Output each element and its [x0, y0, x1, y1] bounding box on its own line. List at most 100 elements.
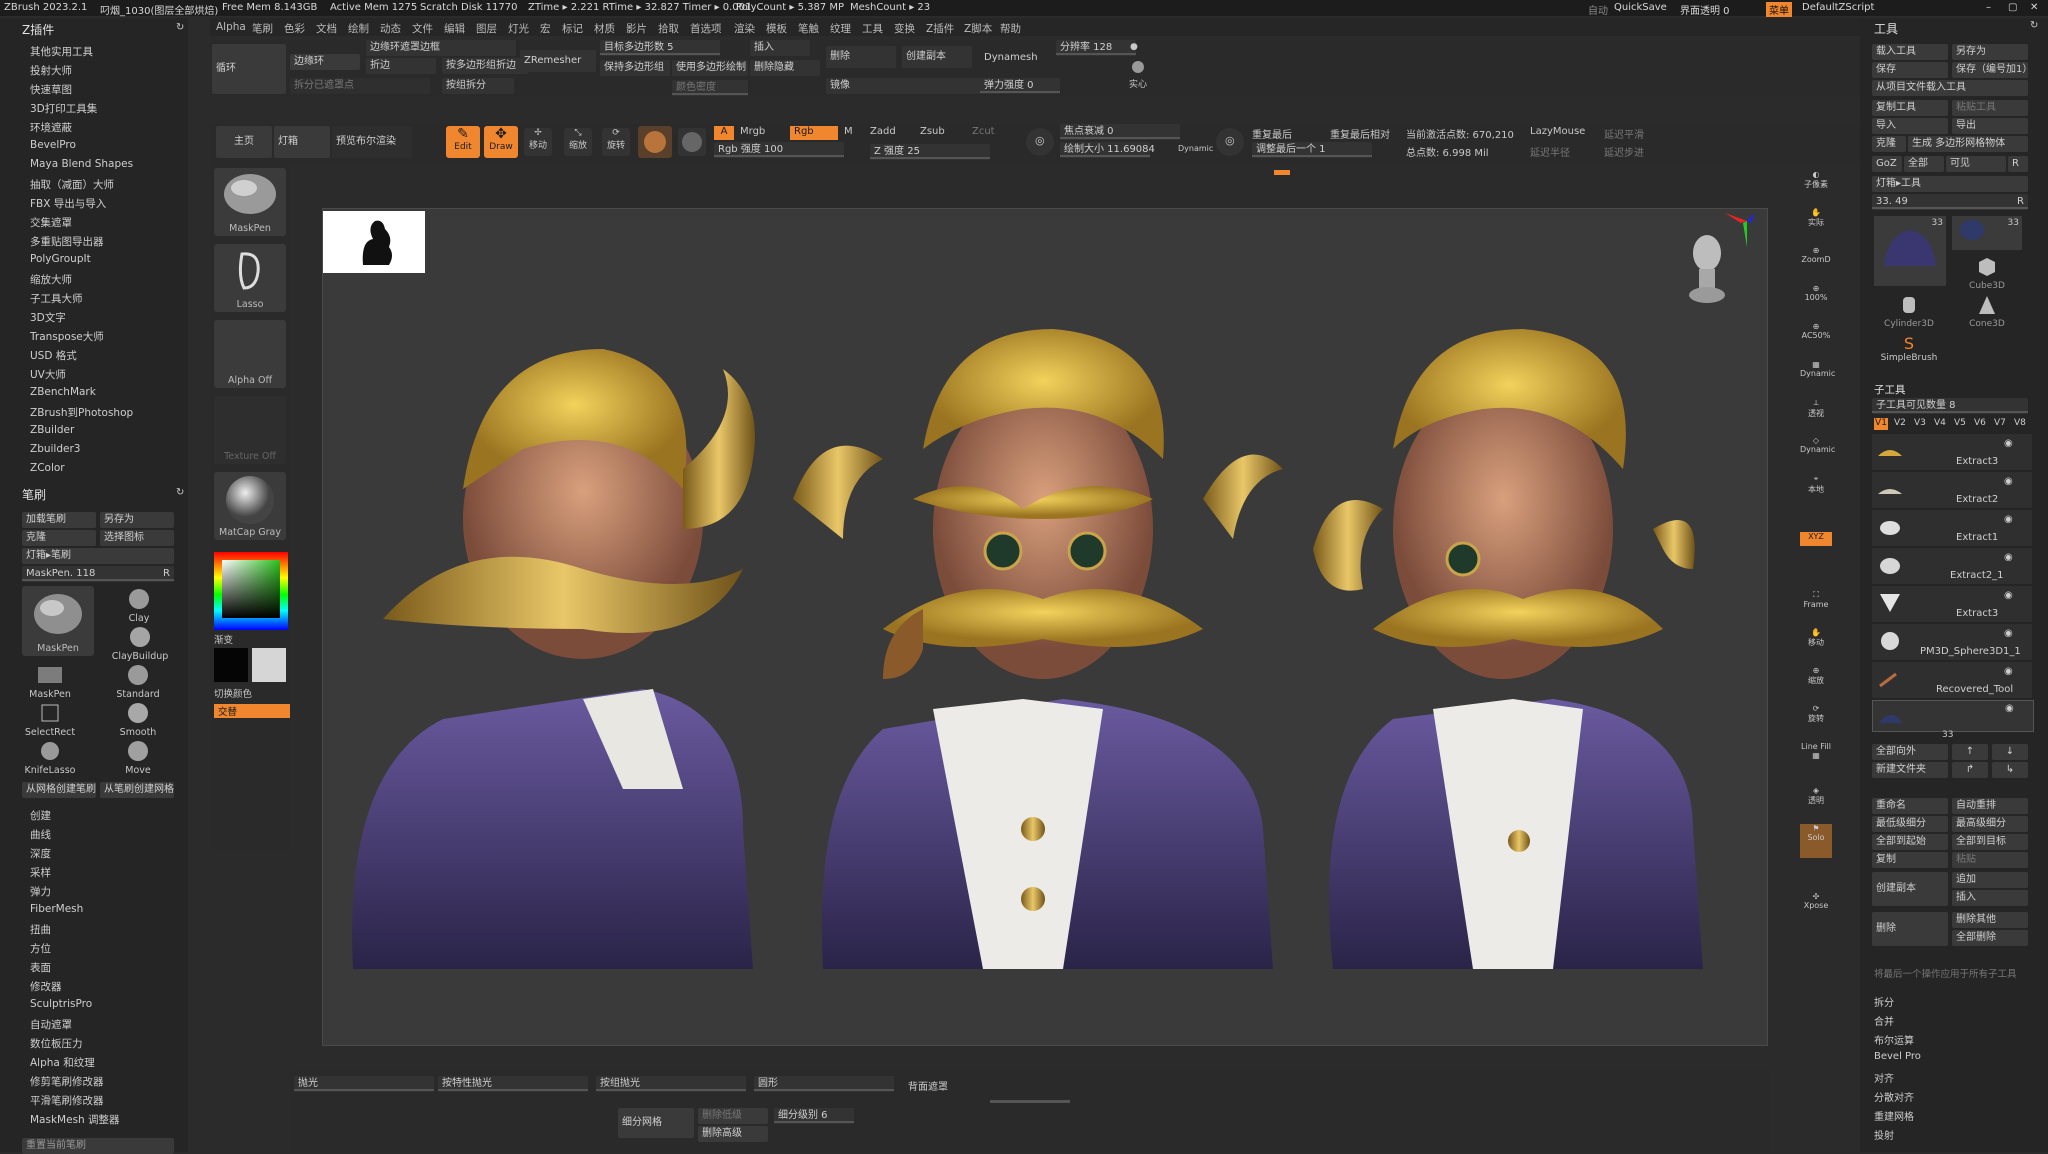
feature-polish-slider[interactable]: 按特性抛光 [438, 1076, 588, 1092]
eye-icon[interactable]: ◉ [2004, 476, 2013, 487]
plugin-item[interactable]: ZColor [30, 462, 65, 474]
tool-thumb-cone[interactable]: Cone3D [1952, 294, 2022, 330]
goz-visible-button[interactable]: 可见 [1946, 156, 2006, 172]
switch-color-button[interactable]: 切换颜色 [214, 686, 252, 700]
export-button[interactable]: 导出 [1952, 118, 2028, 134]
brush-section[interactable]: 修剪笔刷修改器 [30, 1074, 104, 1089]
subtool-row[interactable]: Extract3 ◉ [1872, 434, 2032, 470]
menu-zscript[interactable]: Z脚本 [964, 21, 992, 36]
subdivide-button[interactable]: 细分网格 [618, 1108, 694, 1138]
brush-title[interactable]: 笔刷 [22, 486, 46, 503]
plugin-item[interactable]: ZBuilder [30, 424, 74, 436]
brush-section[interactable]: 创建 [30, 808, 51, 823]
load-tool-button[interactable]: 载入工具 [1872, 44, 1948, 60]
dynamic-label[interactable]: Dynamic [1178, 144, 1213, 153]
zremesher-button[interactable]: ZRemesher [520, 50, 596, 72]
edit-button[interactable]: ✎ Edit [446, 126, 480, 158]
local-button[interactable]: ⌖ 本地 [1800, 474, 1832, 504]
main-color-swatch[interactable] [214, 648, 248, 682]
round-slider[interactable]: 圆形 [754, 1076, 894, 1092]
lightbox-tools-button[interactable]: 灯箱▸工具 [1872, 176, 2028, 192]
zoom100-button[interactable]: ⊕ 100% [1800, 284, 1832, 318]
save-as-button[interactable]: 另存为 [1952, 44, 2028, 60]
texture-button[interactable]: Texture Off [214, 396, 286, 464]
color-density-slider[interactable]: 颜色密度 [672, 80, 748, 96]
lightbox-button[interactable]: 灯箱 [274, 126, 330, 158]
delete-others-button[interactable]: 删除其他 [1952, 912, 2028, 928]
plugin-item[interactable]: Maya Blend Shapes [30, 158, 133, 170]
lightbox-brush-button[interactable]: 灯箱▸笔刷 [22, 548, 174, 564]
menu-movie-dyn[interactable]: 动态 [380, 21, 401, 36]
version-v1[interactable]: V1 [1874, 418, 1888, 430]
goz-all-button[interactable]: 全部 [1904, 156, 1944, 172]
section-remesh[interactable]: 重建网格 [1874, 1108, 1914, 1123]
transp-button[interactable]: ◈ 透明 [1800, 786, 1832, 820]
split-masked-button[interactable]: 拆分已遮罩点 [290, 78, 430, 94]
brush-claybuildup[interactable]: ClayBuildup [110, 626, 170, 662]
subtool-title[interactable]: 子工具 [1874, 382, 1906, 397]
plugin-item[interactable]: 其他实用工具 [30, 44, 93, 59]
subtool-row[interactable]: Extract3 ◉ [1872, 586, 2032, 622]
brush-clay[interactable]: Clay [116, 588, 162, 624]
version-v2[interactable]: V2 [1894, 418, 1906, 428]
rotate-button[interactable]: ⟳ 旋转 [602, 128, 630, 156]
copy-tool-button[interactable]: 复制工具 [1872, 100, 1948, 116]
plugin-item[interactable]: ZBenchMark [30, 386, 96, 398]
eye-icon[interactable]: ◉ [2004, 514, 2013, 525]
tool-title[interactable]: 工具 [1874, 20, 1898, 37]
make-polymesh-button[interactable]: 生成 多边形网格物体 [1908, 136, 2028, 152]
dynamic-persp-button[interactable]: ▦ Dynamic [1800, 360, 1835, 394]
group-polish-slider[interactable]: 按组抛光 [596, 1076, 746, 1092]
keep-groups-button[interactable]: 保持多边形组 [600, 60, 670, 76]
brush-section[interactable]: 扭曲 [30, 922, 51, 937]
linefill-button[interactable]: Line Fill ▦ [1800, 742, 1832, 776]
repeat-last-button[interactable]: 重复最后 [1252, 126, 1292, 141]
brush-maskpen-small[interactable]: MaskPen [22, 664, 78, 700]
brush-section[interactable]: FiberMesh [30, 903, 83, 915]
insert-button[interactable]: 插入 [1952, 890, 2028, 906]
loop-button[interactable]: 循环 [212, 44, 286, 94]
all-to-target-button[interactable]: 全部到目标 [1952, 834, 2028, 850]
secondary-color-swatch[interactable] [252, 648, 286, 682]
version-v3[interactable]: V3 [1914, 418, 1926, 428]
menu-button[interactable]: 菜单 [1766, 2, 1792, 17]
menu-tool[interactable]: 工具 [862, 21, 883, 36]
rotate-view-button[interactable]: ⟳ 旋转 [1800, 704, 1832, 738]
subtool-row[interactable]: Extract2_1 ◉ [1872, 548, 2032, 584]
brush-section[interactable]: 表面 [30, 960, 51, 975]
delete-button[interactable]: 删除 [826, 46, 896, 68]
tool-thumb-cylinder[interactable]: Cylinder3D [1874, 294, 1944, 330]
tool-thumb-cube[interactable]: Cube3D [1952, 256, 2022, 292]
dynamic-button[interactable]: ◇ Dynamic [1800, 436, 1835, 470]
ac50-button[interactable]: ⊕ AC50% [1800, 322, 1832, 356]
eye-icon[interactable]: ◉ [2004, 628, 2013, 639]
transparency-slider[interactable]: 界面透明 0 [1680, 2, 1730, 17]
zadd-button[interactable]: Zadd [870, 126, 896, 137]
goz-r-button[interactable]: R [2008, 156, 2028, 172]
plugin-item[interactable]: 环境遮蔽 [30, 120, 72, 135]
menu-light[interactable]: 灯光 [508, 21, 529, 36]
brush-section[interactable]: 自动遮罩 [30, 1017, 72, 1032]
subtool-row[interactable]: Extract2 ◉ [1872, 472, 2032, 508]
tool-slider[interactable]: 33. 49 R [1872, 194, 2028, 210]
d-button[interactable]: ◎ [1216, 128, 1244, 156]
tool-thumb-2[interactable]: 33 [1952, 216, 2022, 250]
menu-stencil[interactable]: 模板 [766, 21, 787, 36]
duplicate-button[interactable]: 复制 [1872, 852, 1948, 868]
maximize-icon[interactable]: ▢ [2008, 2, 2017, 13]
eye-icon[interactable]: ◉ [2004, 438, 2013, 449]
zsub-button[interactable]: Zsub [920, 126, 945, 137]
load-brush-button[interactable]: 加载笔刷 [22, 512, 96, 528]
draw-size-slider[interactable]: 绘制大小 11.69084 [1060, 142, 1155, 158]
m-button[interactable]: M [844, 126, 853, 137]
lasso-stroke-button[interactable]: Lasso [214, 244, 286, 312]
canvas-viewport[interactable] [322, 208, 1768, 1046]
save-as-button[interactable]: 另存为 [100, 512, 174, 528]
version-v5[interactable]: V5 [1954, 418, 1966, 428]
repeat-relative-button[interactable]: 重复最后相对 [1330, 126, 1390, 141]
menu-stroke[interactable]: 笔触 [798, 21, 819, 36]
elastic-slider[interactable]: 弹力强度 0 [980, 78, 1060, 94]
xpose-button[interactable]: ✣ Xpose [1800, 892, 1832, 926]
menu-edit[interactable]: 编辑 [444, 21, 465, 36]
eye-icon[interactable]: ◉ [2004, 552, 2013, 563]
